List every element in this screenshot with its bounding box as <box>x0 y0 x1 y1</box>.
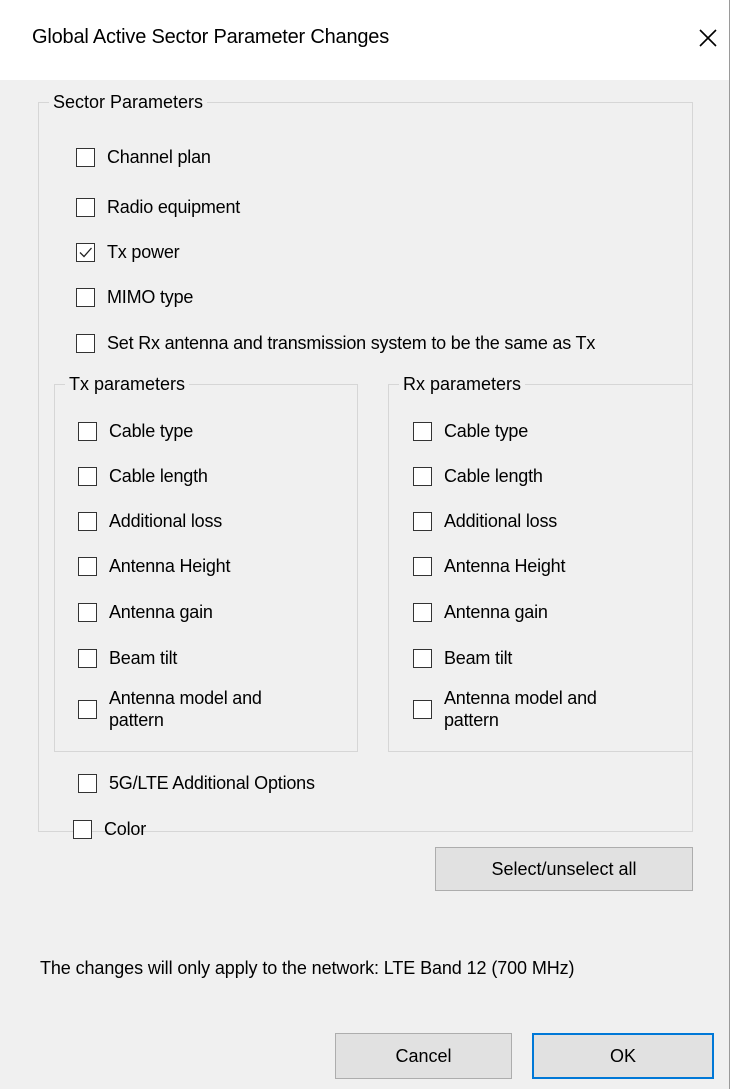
tx-antenna-height-checkbox[interactable]: Antenna Height <box>78 555 230 577</box>
checkbox-label: Tx power <box>107 242 180 262</box>
color-checkbox[interactable]: Color <box>73 818 146 840</box>
checkbox-box[interactable] <box>78 421 97 441</box>
radio-equipment-checkbox[interactable]: Radio equipment <box>76 196 240 218</box>
checkbox-box[interactable] <box>78 602 97 622</box>
checkbox-box[interactable] <box>78 648 97 668</box>
checkbox-box[interactable] <box>76 147 95 167</box>
lte-additional-options-checkbox[interactable]: 5G/LTE Additional Options <box>78 772 315 794</box>
tx-antenna-gain-checkbox[interactable]: Antenna gain <box>78 601 213 623</box>
checkbox-box[interactable] <box>78 699 97 719</box>
checkbox-box[interactable] <box>76 197 95 217</box>
checkbox-label: Cable type <box>109 421 194 441</box>
checkbox-label: 5G/LTE Additional Options <box>109 773 315 793</box>
checkbox-box[interactable] <box>78 466 97 486</box>
checkbox-label: Antenna model and pattern <box>109 688 262 730</box>
checkbox-label: Channel plan <box>107 147 211 167</box>
checkbox-label: Color <box>104 819 147 839</box>
checkbox-box[interactable] <box>76 333 95 353</box>
checkbox-box[interactable] <box>78 773 97 793</box>
checkbox-box[interactable] <box>76 242 95 262</box>
checkbox-box[interactable] <box>78 511 97 531</box>
rx-cable-type-checkbox[interactable]: Cable type <box>413 420 528 442</box>
rx-cable-length-checkbox[interactable]: Cable length <box>413 465 543 487</box>
rx-beam-tilt-checkbox[interactable]: Beam tilt <box>413 647 512 669</box>
rx-antenna-gain-checkbox[interactable]: Antenna gain <box>413 601 548 623</box>
checkbox-box[interactable] <box>76 287 95 307</box>
checkmark-icon <box>79 247 92 257</box>
checkbox-label: Cable type <box>444 421 529 441</box>
checkbox-label: Antenna gain <box>109 602 213 622</box>
same-as-tx-checkbox[interactable]: Set Rx antenna and transmission system t… <box>76 332 595 354</box>
checkbox-box[interactable] <box>413 421 432 441</box>
checkbox-label: Cable length <box>444 466 543 486</box>
tx-antenna-model-checkbox[interactable]: Antenna model and pattern <box>78 687 319 731</box>
tx-additional-loss-checkbox[interactable]: Additional loss <box>78 510 222 532</box>
checkbox-box[interactable] <box>73 819 92 839</box>
rx-parameters-legend: Rx parameters <box>403 374 522 394</box>
ok-button[interactable]: OK <box>532 1033 714 1079</box>
tx-cable-length-checkbox[interactable]: Cable length <box>78 465 208 487</box>
mimo-type-checkbox[interactable]: MIMO type <box>76 286 193 308</box>
tx-cable-type-checkbox[interactable]: Cable type <box>78 420 193 442</box>
tx-power-checkbox[interactable]: Tx power <box>76 241 180 263</box>
channel-plan-checkbox[interactable]: Channel plan <box>76 146 211 168</box>
checkbox-label: Beam tilt <box>109 648 178 668</box>
checkbox-label: Radio equipment <box>107 197 241 217</box>
checkbox-box[interactable] <box>413 466 432 486</box>
window-title: Global Active Sector Parameter Changes <box>32 26 390 48</box>
checkbox-label: Antenna Height <box>444 556 566 576</box>
network-note: The changes will only apply to the netwo… <box>40 958 575 978</box>
cancel-button[interactable]: Cancel <box>335 1033 512 1079</box>
checkbox-label: Antenna gain <box>444 602 548 622</box>
title-bar: Global Active Sector Parameter Changes <box>0 0 730 80</box>
rx-antenna-model-checkbox[interactable]: Antenna model and pattern <box>413 687 654 731</box>
checkbox-label: Set Rx antenna and transmission system t… <box>107 333 596 353</box>
rx-antenna-height-checkbox[interactable]: Antenna Height <box>413 555 565 577</box>
checkbox-box[interactable] <box>78 556 97 576</box>
close-icon <box>699 29 717 47</box>
select-unselect-all-button[interactable]: Select/unselect all <box>435 847 693 891</box>
tx-parameters-legend: Tx parameters <box>69 374 186 394</box>
tx-beam-tilt-checkbox[interactable]: Beam tilt <box>78 647 177 669</box>
checkbox-box[interactable] <box>413 511 432 531</box>
sector-parameters-legend: Sector Parameters <box>53 92 204 112</box>
checkbox-label: Beam tilt <box>444 648 513 668</box>
checkbox-box[interactable] <box>413 556 432 576</box>
checkbox-label: Additional loss <box>444 511 558 531</box>
checkbox-label: Antenna model and pattern <box>444 688 597 730</box>
rx-additional-loss-checkbox[interactable]: Additional loss <box>413 510 557 532</box>
checkbox-box[interactable] <box>413 602 432 622</box>
close-button[interactable] <box>688 16 728 60</box>
checkbox-box[interactable] <box>413 648 432 668</box>
checkbox-label: Additional loss <box>109 511 223 531</box>
checkbox-box[interactable] <box>413 699 432 719</box>
checkbox-label: Antenna Height <box>109 556 231 576</box>
checkbox-label: MIMO type <box>107 287 194 307</box>
checkbox-label: Cable length <box>109 466 208 486</box>
